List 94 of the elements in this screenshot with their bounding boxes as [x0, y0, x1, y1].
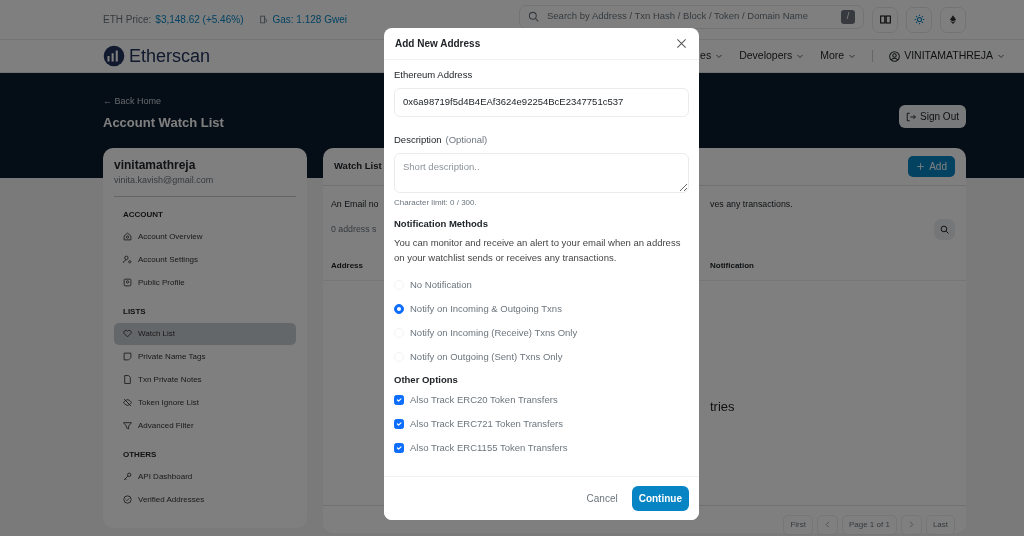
add-button[interactable]: Add: [908, 156, 955, 177]
field-label: Ethereum Address: [394, 68, 474, 82]
logo-icon: [103, 45, 125, 67]
address-count: 0 address s: [331, 224, 377, 235]
sidebar-item[interactable]: Watch List: [114, 322, 296, 345]
heart-icon: [123, 329, 132, 338]
plus-icon: [916, 162, 926, 171]
checkbox[interactable]: [394, 418, 404, 429]
panel-title: Watch List: [334, 159, 382, 174]
sidebar-item[interactable]: Account Settings: [114, 248, 296, 271]
sidebar-item[interactable]: Txn Private Notes: [114, 368, 296, 391]
back-home-link[interactable]: ← Back Home: [103, 95, 224, 109]
info-text: An Email no: [331, 199, 379, 209]
character-limit: Character limit: 0 / 300.: [394, 196, 478, 209]
option-label[interactable]: No Notification: [410, 278, 472, 293]
sidebar-item[interactable]: API Dashboard: [114, 465, 296, 488]
sidebar-item[interactable]: Private Name Tags: [114, 345, 296, 368]
section-heading: Notification Methods: [394, 216, 489, 231]
sidebar-item[interactable]: Verified Addresses: [114, 488, 296, 511]
account-username: vinitamathreja: [114, 157, 197, 174]
user-menu[interactable]: VINITAMATHREJA: [889, 48, 1006, 64]
gas-price: Gas: 1.128 Gwei: [272, 13, 347, 27]
option-label[interactable]: Notify on Incoming & Outgoing Txns: [410, 302, 562, 317]
sun-icon: [913, 14, 925, 25]
gas-pump-icon: [259, 15, 269, 24]
search-placeholder: Search by Address / Txn Hash / Block / Token / Domain Name: [547, 9, 810, 24]
search-icon: [940, 225, 949, 235]
eth-price-value: $3,148.62 (+5.46%): [155, 13, 244, 27]
section-heading: OTHERS: [123, 448, 158, 461]
cancel-button[interactable]: Cancel: [580, 489, 624, 507]
checkbox[interactable]: [394, 394, 404, 405]
field-label: Description: [394, 132, 442, 147]
option-label[interactable]: Notify on Outgoing (Sent) Txns Only: [410, 350, 563, 365]
search-button[interactable]: [934, 219, 955, 241]
chevron-down-icon: [997, 52, 1006, 60]
section-heading: Other Options: [394, 373, 459, 388]
sign-out-icon: [906, 111, 917, 122]
search-icon: [528, 11, 539, 22]
sidebar-item[interactable]: Public Profile: [114, 271, 296, 294]
info-text: ves any transactions.: [710, 198, 793, 211]
option-label[interactable]: Also Track ERC721 Token Transfers: [410, 416, 563, 431]
column-header: Address: [331, 261, 363, 271]
shortcut-key: /: [841, 9, 855, 24]
theme-button[interactable]: [906, 6, 932, 33]
key-icon: [123, 472, 132, 481]
dialog-title: Add New Address: [395, 37, 481, 51]
optional-hint: (Optional): [445, 132, 488, 147]
nav-menu[interactable]: More: [820, 48, 857, 64]
chevron-left-icon: [823, 521, 831, 529]
sign-out-button[interactable]: Sign Out: [899, 105, 966, 128]
address-input[interactable]: 0x6a98719f5d4B4EAf3624e92254BcE2347751c537: [394, 88, 689, 117]
eth-price-label: ETH Price:: [103, 13, 152, 27]
description-text: You can monitor and receive an alert to your email when an address on your watchlist sends or receives any transactions.: [394, 236, 682, 266]
close-icon: [676, 38, 687, 49]
chevron-down-icon: [796, 52, 805, 60]
section-heading: ACCOUNT: [123, 208, 164, 221]
chevron-down-icon: [848, 52, 857, 60]
nav-menu[interactable]: Developers: [739, 48, 805, 64]
sidebar-item[interactable]: Account Overview: [114, 225, 296, 248]
sidebar-item[interactable]: Advanced Filter: [114, 414, 296, 437]
book-icon: [879, 14, 891, 25]
section-heading: LISTS: [123, 305, 147, 318]
pagination-last[interactable]: Last: [925, 514, 955, 535]
book-button[interactable]: [872, 6, 898, 33]
option-label[interactable]: Notify on Incoming (Receive) Txns Only: [410, 326, 578, 341]
empty-message: tries: [710, 398, 735, 417]
document-icon: [123, 375, 132, 384]
option-label[interactable]: Also Track ERC20 Token Transfers: [410, 392, 558, 407]
user-gear-icon: [123, 255, 132, 264]
note-icon: [123, 352, 132, 361]
filter-icon: [123, 421, 132, 430]
column-header: Notification: [710, 260, 754, 273]
id-card-icon: [123, 278, 132, 287]
account-email: vinita.kavish@gmail.com: [114, 174, 215, 187]
network-button[interactable]: [940, 6, 966, 33]
option-label[interactable]: Also Track ERC1155 Token Transfers: [410, 440, 568, 455]
checkbox[interactable]: [394, 442, 404, 453]
nav-menu[interactable]: es: [700, 48, 724, 64]
ethereum-icon: [948, 14, 958, 25]
pagination-first[interactable]: First: [783, 514, 813, 535]
description-input[interactable]: Short description..: [394, 152, 689, 193]
continue-button[interactable]: Continue: [631, 485, 689, 511]
eye-slash-icon: [123, 398, 132, 407]
radio-button[interactable]: [394, 304, 404, 315]
page-title: Account Watch List: [103, 113, 224, 132]
user-icon: [889, 50, 901, 62]
chevron-right-icon: [907, 521, 915, 529]
chevron-down-icon: [715, 52, 724, 60]
close-button[interactable]: [676, 38, 687, 49]
search-field[interactable]: Search by Address / Txn Hash / Block / Token / Domain Name /: [519, 4, 864, 29]
home-user-icon: [123, 232, 132, 241]
brand-name: Etherscan: [129, 44, 211, 68]
check-circle-icon: [123, 495, 132, 504]
sidebar-item[interactable]: Token Ignore List: [114, 391, 296, 414]
